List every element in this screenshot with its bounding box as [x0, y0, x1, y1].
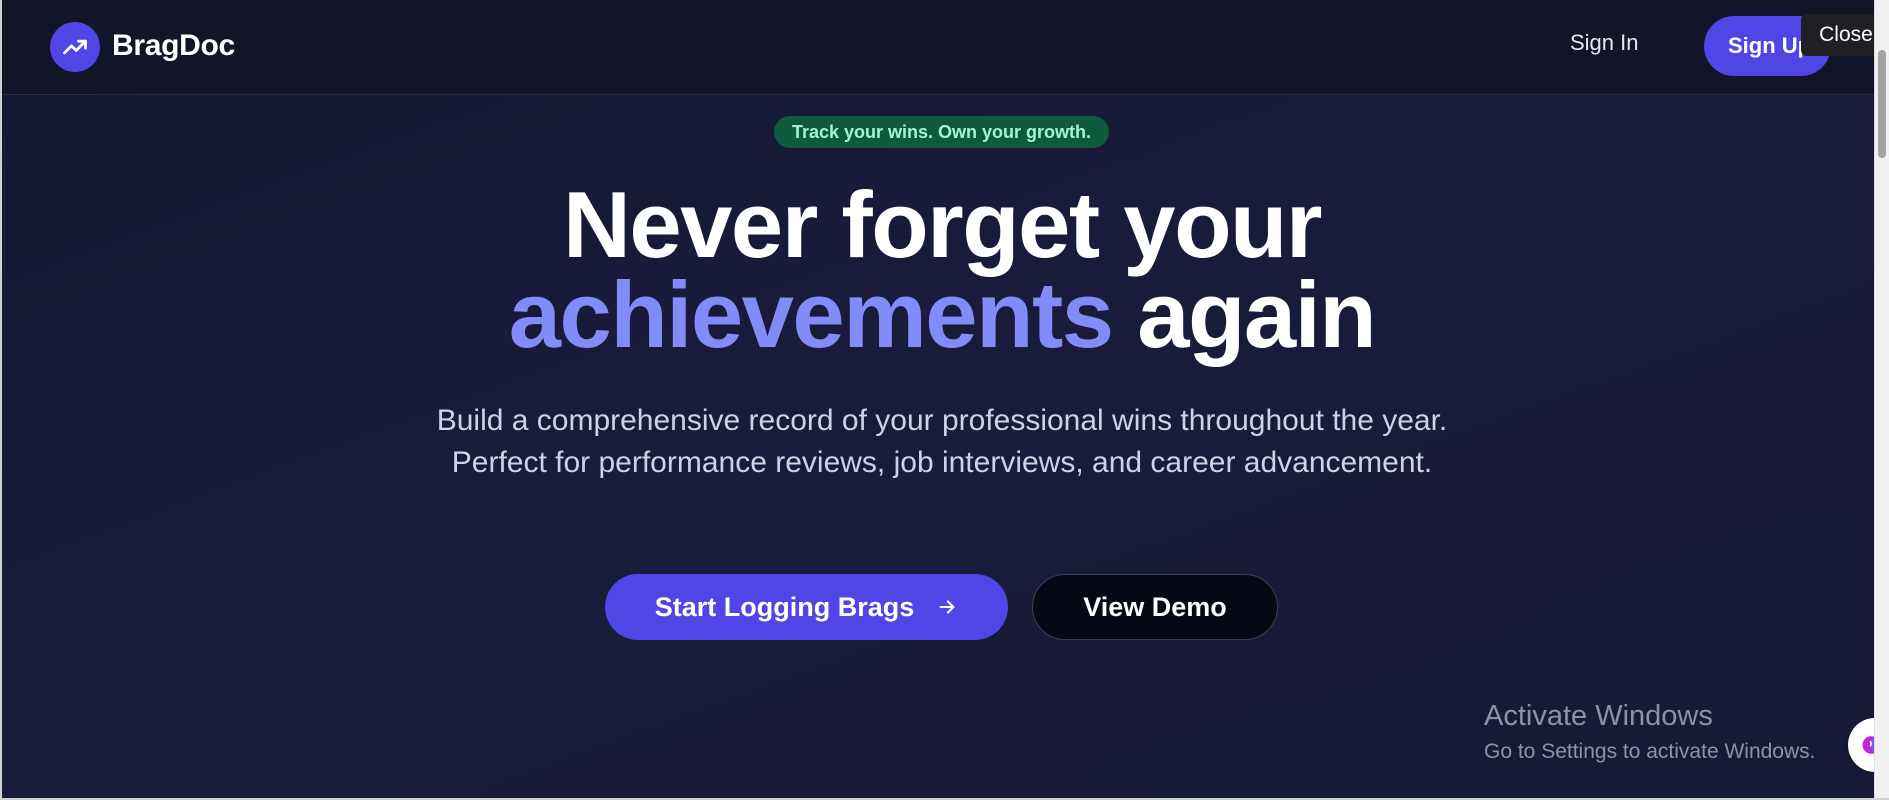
tagline-badge: Track your wins. Own your growth.: [774, 116, 1109, 148]
vertical-scrollbar[interactable]: [1874, 0, 1889, 798]
landing-page: BragDoc Sign In Sign Up Close Track your…: [0, 0, 1889, 800]
arrow-right-icon: [939, 600, 955, 614]
scrollbar-thumb[interactable]: [1878, 50, 1886, 158]
headline-accent-word: achievements: [508, 262, 1114, 367]
brand-name[interactable]: BragDoc: [112, 29, 235, 63]
logo[interactable]: [50, 22, 100, 72]
start-logging-label: Start Logging Brags: [654, 591, 915, 622]
sign-in-button[interactable]: Sign In: [1570, 30, 1639, 56]
hero-subtitle: Build a comprehensive record of your pro…: [436, 404, 1448, 479]
top-nav: BragDoc Sign In Sign Up: [2, 0, 1876, 95]
hero-headline: Never forget your achievements again: [342, 178, 1542, 362]
start-logging-button[interactable]: Start Logging Brags: [605, 574, 1008, 640]
trending-up-icon: [63, 39, 87, 55]
activate-windows-title: Activate Windows: [1484, 700, 1713, 732]
headline-tail: again: [1137, 262, 1377, 367]
view-demo-button[interactable]: View Demo: [1032, 574, 1278, 640]
activate-windows-subtitle: Go to Settings to activate Windows.: [1484, 740, 1816, 763]
